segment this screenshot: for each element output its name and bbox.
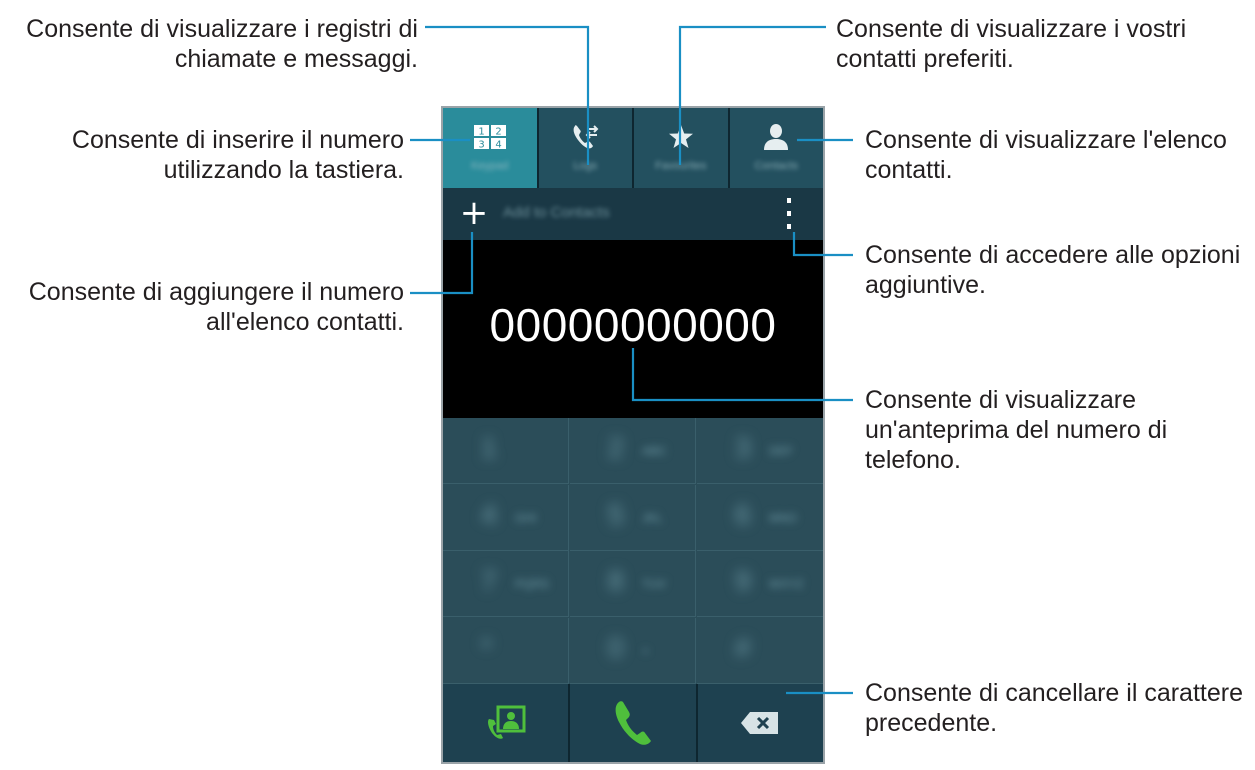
keypad-key-digit: 9 <box>735 565 751 596</box>
callout-contacts: Consente di visualizzare l'elenco contat… <box>865 126 1227 184</box>
tab-contacts-label: Contacts <box>754 160 798 172</box>
callout-delete: Consente di cancellare il carattere prec… <box>865 679 1243 737</box>
phone-screen: 1 2 3 4 Keypad Logs Favourites Contacts … <box>441 106 825 764</box>
callout-logs: Consente di visualizzare i registri di c… <box>26 15 418 73</box>
keypad-key-letters: GHI <box>515 510 537 525</box>
callout-add: Consente di aggiungere il numero all'ele… <box>28 278 404 336</box>
more-options-dot <box>787 224 791 229</box>
callout-favorites: Consente di visualizzare i vostri contat… <box>836 15 1187 73</box>
keypad-key[interactable]: 4 GHI <box>443 484 569 551</box>
keypad-key-digit: 3 <box>735 432 751 463</box>
keypad-key-letters: TUV <box>642 577 666 591</box>
keypad-key[interactable]: 8 TUV <box>570 551 696 617</box>
tab-logs-label: Logs <box>573 160 598 172</box>
tab-bar: 1 2 3 4 Keypad Logs Favourites Contacts <box>443 108 823 188</box>
keypad-key-digit: 5 <box>608 498 624 530</box>
video-call-button[interactable] <box>443 684 571 762</box>
keypad-key-digit: 1 <box>481 432 497 463</box>
number-display: 00000000000 <box>489 299 777 351</box>
keypad-key[interactable]: 6 MNO <box>697 485 823 551</box>
keypad-key-digit: 2 <box>608 432 624 463</box>
keypad-key-digit: 8 <box>608 565 624 596</box>
callout-more: Consente di accedere alle opzioni aggiun… <box>865 241 1241 299</box>
keypad-key[interactable]: 3 DEF <box>697 418 823 484</box>
keypad-icon-digit-3: 3 <box>478 140 484 151</box>
add-to-contacts-button[interactable]: + <box>459 196 489 230</box>
keypad-key-digit: 6 <box>735 498 751 530</box>
more-options-button[interactable] <box>779 196 799 232</box>
keypad-key-digit: 0 <box>608 631 624 663</box>
keypad-icon-digit-4: 4 <box>495 140 501 151</box>
keypad-key-letters: DEF <box>769 444 793 458</box>
call-button[interactable] <box>570 684 698 762</box>
keypad-key-letters: + <box>642 643 650 658</box>
tab-logs[interactable]: Logs <box>538 108 634 188</box>
keypad-icon-digit-2: 2 <box>495 127 501 138</box>
add-to-contacts-label: Add to Contacts <box>503 204 610 221</box>
backspace-icon <box>741 712 779 734</box>
keypad-key[interactable]: 9 WXYZ <box>697 551 823 617</box>
person-icon <box>762 122 790 152</box>
more-options-dot <box>787 211 791 216</box>
keypad-key-digit: * <box>481 631 492 663</box>
callout-preview: Consente di visualizzare un'anteprima de… <box>865 386 1168 474</box>
number-display-area: 00000000000 <box>443 240 823 418</box>
keypad-key[interactable]: # <box>697 618 823 684</box>
keypad-key[interactable]: 0 + <box>570 617 696 684</box>
phone-icon <box>615 701 651 745</box>
keypad-key-digit: 4 <box>481 498 497 530</box>
tab-keypad[interactable]: 1 2 3 4 Keypad <box>443 108 539 188</box>
keypad-key-letters: JKL <box>642 510 663 525</box>
call-log-icon <box>570 122 600 152</box>
callout-keypad: Consente di inserire il numero utilizzan… <box>71 126 404 184</box>
tab-favorites-label: Favourites <box>655 160 707 172</box>
keypad-key-letters: WXYZ <box>769 577 804 591</box>
more-options-dot <box>787 198 791 203</box>
keypad-key-letters: MNO <box>769 510 797 525</box>
keypad-key[interactable]: 7 PQRS <box>443 551 569 617</box>
keypad-key[interactable]: * <box>443 617 569 684</box>
keypad-key-letters: ABC <box>642 444 667 458</box>
keypad-key[interactable]: 2 ABC <box>570 418 696 484</box>
action-bar: + Add to Contacts <box>443 188 823 240</box>
keypad-icon: 1 2 3 4 <box>473 122 507 152</box>
keypad-key-digit: 7 <box>481 565 497 596</box>
star-icon <box>668 122 694 152</box>
bottom-bar <box>443 684 823 762</box>
keypad-key[interactable]: 5 JKL <box>570 484 696 551</box>
keypad: 1 2 ABC 3 DEF 4 GHI 5 JKL 6 MNO 7 PQRS 8 TUV 9 WXYZ * 0 + # <box>443 418 823 684</box>
keypad-icon-digit-1: 1 <box>478 127 484 138</box>
video-call-icon <box>487 705 526 739</box>
keypad-key-digit: # <box>735 631 751 663</box>
keypad-key-letters: PQRS <box>515 577 550 591</box>
delete-button[interactable] <box>698 684 823 762</box>
keypad-key[interactable]: 1 <box>443 418 569 484</box>
tab-favorites[interactable]: Favourites <box>634 108 730 188</box>
tab-contacts[interactable]: Contacts <box>729 108 823 188</box>
tab-keypad-label: Keypad <box>471 160 509 172</box>
